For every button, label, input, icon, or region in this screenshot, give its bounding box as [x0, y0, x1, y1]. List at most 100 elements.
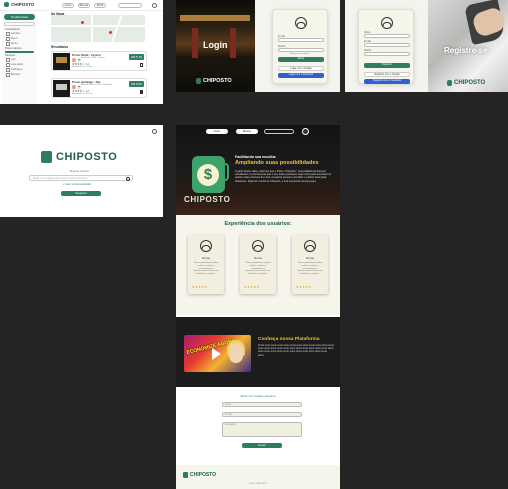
map-pin-icon[interactable]	[109, 31, 112, 34]
fuel-option-gasolina[interactable]: Gasolina	[6, 32, 33, 36]
price-slider[interactable]	[5, 51, 34, 53]
platform-title: Conheça nossa Plataforma	[258, 337, 320, 342]
nav-home-button[interactable]: Início	[206, 129, 228, 134]
nav-home-button[interactable]: Início	[62, 3, 74, 8]
fuel-pump-icon	[447, 80, 452, 86]
name-field[interactable]	[364, 34, 410, 38]
play-icon[interactable]	[212, 348, 221, 360]
facebook-register-button[interactable]: Registrar com o Facebook	[364, 79, 410, 84]
preferences-header: Preferências	[4, 14, 35, 20]
user-icon	[200, 240, 212, 252]
register-button[interactable]: Registrar	[364, 63, 410, 68]
fuel-filter-label: Combustível	[5, 28, 20, 31]
search-icon[interactable]	[126, 176, 130, 181]
search-logo: CHIPOSTO	[41, 151, 117, 163]
nav-search-button[interactable]: Buscar	[236, 129, 258, 134]
fuel-option-etanol[interactable]: Etanol	[6, 37, 33, 41]
email-field[interactable]	[364, 43, 410, 47]
password-field[interactable]	[278, 48, 324, 52]
price-badge: R$ 5,69	[129, 81, 144, 87]
user-avatar-icon[interactable]	[302, 128, 309, 135]
testimonial-name: Nome	[201, 256, 210, 260]
map-road	[51, 25, 145, 27]
hero-brand: CHIPOSTO	[184, 195, 231, 204]
station-address: Av. Brasil, 1200 - Centro	[81, 57, 105, 59]
login-button[interactable]: Entrar	[278, 57, 324, 62]
platform-body: Texto texto texto texto texto texto text…	[258, 344, 334, 357]
sidebar-search-input[interactable]	[4, 22, 35, 26]
bookmark-icon[interactable]	[140, 63, 143, 67]
testimonials-title: Experiência dos usuários:	[224, 221, 292, 227]
map-pin-icon[interactable]	[81, 21, 84, 24]
google-login-button[interactable]: Logar com o Google	[278, 66, 324, 71]
hero-title: Ampliando suas possibilidades	[235, 160, 319, 166]
station-card[interactable]: Posto Ipiranga - Sul ⛽☕ Rua das Flores, …	[51, 78, 147, 98]
nav-search-button[interactable]: Buscar	[78, 3, 90, 8]
pump-hose-shape	[223, 163, 229, 181]
hero-body: A partir desse vídeo, dizemos que o Post…	[235, 170, 332, 183]
hero-section: Início Buscar $ CHIPOSTO Facilitando sua…	[176, 125, 340, 215]
listing-logo[interactable]: CHIPOSTO	[4, 2, 34, 7]
footer-brand: CHIPOSTO	[190, 472, 217, 478]
search-button[interactable]: Pesquisar	[61, 191, 101, 196]
fuel-pump-icon	[196, 78, 201, 84]
bookmark-icon[interactable]	[140, 90, 143, 94]
nav-profile-button[interactable]: Perfil	[94, 3, 106, 8]
testimonial-stars: ★★★★★	[192, 285, 208, 289]
service-option-calibragem[interactable]: Calibragem	[6, 68, 33, 72]
contact-message-field[interactable]: Mensagem	[222, 422, 302, 437]
fuel-pump-icon	[4, 2, 9, 7]
email-field[interactable]	[278, 38, 324, 42]
register-brand-text: CHIPOSTO	[454, 80, 486, 86]
testimonial-text: "Nossa plataforma ajudou muitos usuários…	[297, 262, 323, 275]
user-icon[interactable]	[152, 3, 157, 8]
contact-name-placeholder: Nome	[225, 404, 232, 406]
video-person-face	[229, 343, 243, 363]
address-search-input[interactable]: Digite um endereço para buscar postos pr…	[29, 175, 133, 181]
contact-email-field[interactable]: E-mail	[222, 412, 302, 417]
use-location-link[interactable]: ⌖ Usar minha localização	[63, 183, 91, 186]
footer-logo[interactable]: CHIPOSTO	[183, 472, 216, 478]
search-brand: CHIPOSTO	[56, 151, 118, 163]
hero-search-input[interactable]	[264, 129, 294, 134]
login-screen: Login CHIPOSTO E-mail Senha Esqueceu a s…	[176, 0, 340, 92]
user-icon	[252, 240, 264, 252]
station-updated: Atualizado há 10 min	[72, 66, 93, 68]
facebook-login-button[interactable]: Logar com o Facebook	[278, 73, 324, 78]
video-player[interactable]: ECONOMIZE AGORA	[184, 335, 251, 372]
user-icon[interactable]	[152, 129, 157, 134]
fuel-pump-icon	[41, 151, 52, 163]
user-icon	[381, 17, 393, 29]
header-search-input[interactable]	[118, 3, 142, 8]
user-icon	[295, 17, 307, 29]
testimonial-card: Nome "Nossa plataforma ajudou muitos usu…	[292, 235, 328, 294]
register-brand: CHIPOSTO	[447, 80, 485, 86]
service-option-lava-rapido[interactable]: Lava-rápido	[6, 63, 33, 67]
fuel-pump-illustration: $	[192, 156, 225, 193]
station-updated: Atualizado há 25 min	[72, 93, 93, 95]
station-card[interactable]: Posto Shell - Centro ⛽☕ Av. Brasil, 1200…	[51, 51, 147, 71]
forgot-password-link[interactable]: Esqueceu a senha?	[290, 53, 309, 55]
testimonials-section: Experiência dos usuários: Nome "Nossa pl…	[176, 215, 340, 315]
contact-submit-button[interactable]: Enviar	[242, 443, 282, 448]
map-view[interactable]	[51, 15, 145, 42]
search-subtitle: Buscar postos	[70, 169, 90, 173]
password-field[interactable]	[364, 52, 410, 56]
login-brand-text: CHIPOSTO	[203, 78, 232, 84]
fuel-option-diesel[interactable]: Diesel	[6, 42, 33, 46]
service-option-banheiro[interactable]: Banheiro	[6, 73, 33, 77]
testimonial-name: Nome	[253, 256, 262, 260]
contact-section: Entre em contato conosco Nome E-mail Men…	[176, 390, 340, 465]
listing-brand: CHIPOSTO	[11, 2, 35, 7]
google-register-button[interactable]: Registrar com o Google	[364, 72, 410, 77]
contact-message-placeholder: Mensagem	[225, 424, 237, 426]
testimonial-card: Nome "Nossa plataforma ajudou muitos usu…	[188, 235, 224, 294]
use-location-text: Usar minha localização	[65, 183, 91, 186]
contact-name-field[interactable]: Nome	[222, 402, 302, 407]
service-option-loja[interactable]: Loja	[6, 58, 33, 62]
listing-header: CHIPOSTO Início Buscar Perfil	[0, 0, 163, 11]
testimonial-stars: ★★★★★	[296, 285, 312, 289]
contact-email-placeholder: E-mail	[225, 414, 232, 416]
testimonial-name: Nome	[305, 256, 314, 260]
testimonial-card: Nome "Nossa plataforma ajudou muitos usu…	[240, 235, 276, 294]
